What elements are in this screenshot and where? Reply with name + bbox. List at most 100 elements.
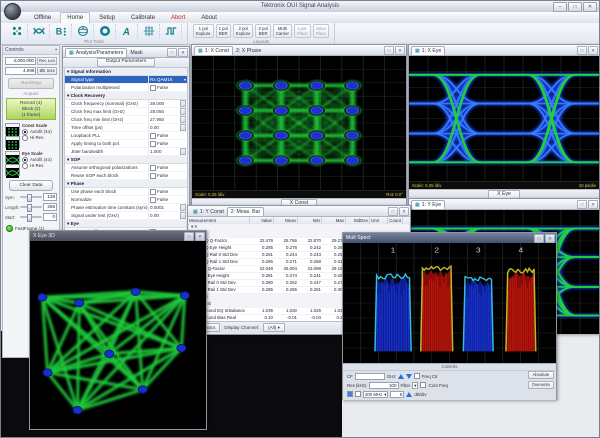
radio-off-icon[interactable] xyxy=(22,135,28,141)
level-marker-icon[interactable] xyxy=(406,392,412,397)
slider-value[interactable]: 256 xyxy=(43,203,57,211)
ribbon-tab-about[interactable]: About xyxy=(194,12,224,23)
checkbox-icon[interactable] xyxy=(150,85,156,91)
slider-track[interactable] xyxy=(20,196,42,198)
close-icon[interactable]: ✕ xyxy=(588,200,598,209)
spinner-icon[interactable] xyxy=(180,148,186,155)
slider-value[interactable]: 128 xyxy=(43,193,57,201)
layout-button-2-pol-ber[interactable]: 2 polBER xyxy=(255,24,270,38)
minimize-icon[interactable]: – xyxy=(553,2,567,12)
display-channel-select[interactable]: (All) ▾ xyxy=(263,323,285,332)
param-row[interactable]: Loopback PLLFalse xyxy=(65,132,187,140)
param-section-clock-recovery[interactable]: ▾ Clock Recovery xyxy=(65,92,187,100)
column-header-min[interactable]: Min xyxy=(298,217,322,224)
column-header-mean[interactable]: Mean xyxy=(274,217,298,224)
trace2-checkbox[interactable] xyxy=(355,391,361,397)
const-thumbnail-icon[interactable] xyxy=(5,123,20,135)
pulse-icon[interactable] xyxy=(160,24,182,38)
close-icon[interactable]: ✕ xyxy=(583,2,597,12)
eye3d-titlebar[interactable]: X Eye 3D □✕ xyxy=(30,231,206,241)
layout-button-last-place[interactable]: LastPlace xyxy=(294,24,311,38)
eye-thumbnail-icon-2[interactable] xyxy=(5,164,20,176)
checkbox-icon[interactable] xyxy=(150,197,156,203)
filter-select[interactable]: ▾ xyxy=(412,382,418,389)
close-icon[interactable]: ✕ xyxy=(178,48,188,57)
slider-value[interactable]: 0 xyxy=(43,213,57,221)
column-header-stddev[interactable]: StdDev xyxy=(346,217,370,224)
eye-icon[interactable] xyxy=(28,24,50,38)
float-icon[interactable]: □ xyxy=(184,232,194,241)
param-row[interactable]: Phase estimation time constant (sym)0.00… xyxy=(65,204,187,212)
radio-off-icon[interactable] xyxy=(22,163,28,169)
close-icon[interactable]: ✕ xyxy=(195,232,205,241)
column-header-count[interactable]: Count xyxy=(388,217,403,224)
spinner-icon[interactable] xyxy=(180,124,186,131)
slider-thumb[interactable] xyxy=(27,204,32,212)
res-input[interactable]: 100 xyxy=(369,382,399,389)
record-length-button[interactable]: Rec Len xyxy=(37,57,57,65)
spectrum-titlebar[interactable]: Mult Spect □✕ xyxy=(343,233,556,243)
tab-x-eye[interactable]: ▦ 1: X Eye xyxy=(411,46,445,55)
radio-on-icon[interactable] xyxy=(22,129,28,135)
param-section-phase[interactable]: ▾ Phase xyxy=(65,180,187,188)
spinner-icon[interactable] xyxy=(180,108,186,115)
ber-icon[interactable]: B xyxy=(50,24,72,38)
close-icon[interactable]: ✕ xyxy=(588,46,598,55)
cont-freq-checkbox[interactable] xyxy=(420,382,426,388)
close-icon[interactable]: ✕ xyxy=(399,207,409,216)
ribbon-tab-calibrate[interactable]: Calibrate xyxy=(124,12,162,23)
run-stop-button[interactable]: Run/Stop xyxy=(8,78,54,89)
radio-on-icon[interactable] xyxy=(22,157,28,163)
record-length-input[interactable]: 4,000,000 xyxy=(5,57,36,65)
layout-button-2-pol-explore[interactable]: 2 polExplore xyxy=(233,24,254,38)
app-menu-sphere-icon[interactable] xyxy=(4,3,21,20)
dropdown-icon[interactable]: ▾ xyxy=(184,76,186,83)
close-icon[interactable]: ✕ xyxy=(545,234,555,243)
constellation-icon[interactable] xyxy=(6,24,28,38)
layout-button-1-pol-explore[interactable]: 1 polExplore xyxy=(193,24,214,38)
param-section-signal-information[interactable]: ▾ Signal Information xyxy=(65,68,187,76)
param-row[interactable]: Jitter bandwidth1.000 xyxy=(65,148,187,156)
float-icon[interactable]: □ xyxy=(577,200,587,209)
absolute-button[interactable]: Absolute xyxy=(528,371,554,379)
tab-y-eye[interactable]: ▦ 1: Y Eye xyxy=(411,200,445,209)
param-row[interactable]: Assume orthogonal polarizationsFalse xyxy=(65,164,187,172)
slider-thumb[interactable] xyxy=(27,214,32,222)
param-row[interactable]: Signal under test (GHz)0.00 xyxy=(65,212,187,220)
float-icon[interactable]: □ xyxy=(577,46,587,55)
poincare-icon[interactable] xyxy=(72,24,94,38)
param-row[interactable]: Polarization multiplexedFalse xyxy=(65,84,187,92)
span-select[interactable]: 200 MHz ▾ xyxy=(363,391,388,398)
block-size-button[interactable]: Blk Size xyxy=(37,67,57,75)
param-section-sop[interactable]: ▾ SOP xyxy=(65,156,187,164)
slider-track[interactable] xyxy=(20,216,42,218)
ribbon-tab-offline[interactable]: Offline xyxy=(27,12,58,23)
eye-hires-option[interactable]: Hi-Res xyxy=(22,163,52,169)
const-hires-option[interactable]: Hi-Res xyxy=(22,135,52,141)
block-size-input[interactable]: 4,096 xyxy=(5,67,36,75)
checkbox-icon[interactable] xyxy=(150,141,156,147)
checkbox-icon[interactable] xyxy=(150,133,156,139)
maximize-icon[interactable]: □ xyxy=(568,2,582,12)
param-row[interactable]: Use phase each blockFalse xyxy=(65,188,187,196)
param-row[interactable]: Clock freq max limit (GHz)28.050 xyxy=(65,108,187,116)
analysis-a-icon[interactable]: A xyxy=(116,24,138,38)
freq-ctr-checkbox[interactable] xyxy=(414,373,420,379)
checkbox-icon[interactable] xyxy=(150,165,156,171)
clear-data-button[interactable]: Clear Data xyxy=(9,180,53,191)
ribbon-tab-setup[interactable]: Setup xyxy=(92,12,122,23)
tab-mask[interactable]: Mask xyxy=(127,49,145,57)
pin-icon[interactable]: ▪ xyxy=(55,46,57,54)
float-icon[interactable]: □ xyxy=(534,234,544,243)
ribbon-tab-home[interactable]: Home xyxy=(60,12,90,23)
div-input[interactable]: 5 xyxy=(390,391,404,398)
xeye-plot[interactable] xyxy=(409,56,599,181)
column-header-value[interactable]: Value xyxy=(250,217,274,224)
valley-marker-icon[interactable] xyxy=(406,374,412,379)
param-row[interactable]: Clock frequency (nominal) (GHz)28.000 xyxy=(65,100,187,108)
param-row[interactable]: Reuse SOP each blockFalse xyxy=(65,172,187,180)
cf-input[interactable] xyxy=(355,373,385,380)
float-icon[interactable]: □ xyxy=(384,46,394,55)
grid-icon[interactable] xyxy=(138,24,160,38)
peak-marker-icon[interactable] xyxy=(398,374,404,379)
